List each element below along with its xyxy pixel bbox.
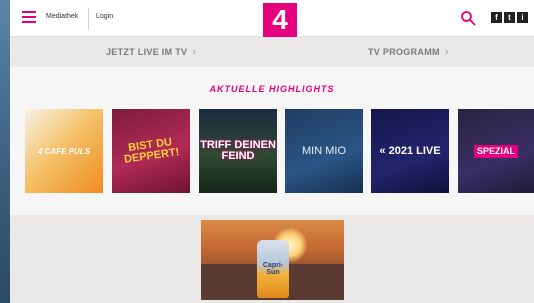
puls4-logo[interactable]: 4: [263, 3, 297, 37]
tile-label: 4 CAFE PULS: [37, 146, 90, 156]
nav-login[interactable]: Login: [96, 13, 113, 20]
nav-mediathek[interactable]: Mediathek: [46, 13, 78, 20]
highlights-title: AKTUELLE HIGHLIGHTS: [209, 84, 335, 94]
drink-pouch-image: Capri-Sun: [257, 240, 289, 298]
highlight-tile-bist-du-deppert[interactable]: BIST DU DEPPERT!: [112, 109, 190, 193]
tv-program-link[interactable]: TV PROGRAMM ›: [368, 46, 449, 58]
highlight-tile-2021-live[interactable]: « 2021 LIVE: [371, 109, 449, 193]
highlight-tile-min-mio[interactable]: MIN MIO: [285, 109, 363, 193]
chevron-right-icon: ›: [444, 46, 449, 58]
chevron-right-icon: ›: [192, 46, 197, 58]
nav-divider: [88, 8, 89, 30]
tv-program-label: TV PROGRAMM: [368, 47, 440, 57]
window-frame: [0, 0, 10, 303]
highlight-tile-cafe-puls[interactable]: 4 CAFE PULS: [25, 109, 103, 193]
page: Mediathek Login 4 f t i JETZT LIVE IM TV…: [10, 0, 534, 303]
subnav: JETZT LIVE IM TV › TV PROGRAMM ›: [10, 37, 534, 67]
advertisement-banner[interactable]: Capri-Sun: [201, 220, 344, 300]
live-tv-link[interactable]: JETZT LIVE IM TV ›: [106, 46, 196, 58]
search-icon[interactable]: [460, 10, 476, 26]
highlight-tile-spezial[interactable]: SPEZIAL: [458, 109, 534, 193]
tile-label: « 2021 LIVE: [379, 144, 441, 157]
tile-label: BIST DU DEPPERT!: [123, 136, 181, 166]
twitter-icon[interactable]: t: [504, 12, 515, 23]
facebook-icon[interactable]: f: [491, 12, 502, 23]
live-tv-label: JETZT LIVE IM TV: [106, 47, 188, 57]
instagram-icon[interactable]: i: [517, 12, 528, 23]
hamburger-menu-icon[interactable]: [22, 11, 36, 23]
tile-label: MIN MIO: [302, 144, 346, 157]
ad-brand-label: Capri-Sun: [262, 262, 284, 276]
highlight-tile-triff-deinen-feind[interactable]: TRIFF DEINEN FEIND: [199, 109, 277, 193]
tile-label: SPEZIAL: [473, 144, 518, 158]
header: Mediathek Login 4 f t i: [10, 0, 534, 37]
tile-label: TRIFF DEINEN FEIND: [200, 139, 276, 162]
